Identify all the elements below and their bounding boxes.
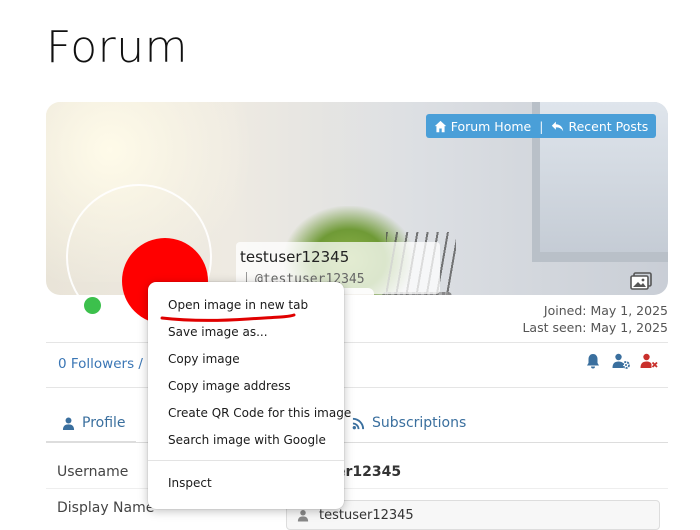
user-block-icon[interactable] xyxy=(640,352,658,370)
divider xyxy=(46,488,668,489)
online-status-dot xyxy=(84,297,101,314)
user-display-name: testuser12345 xyxy=(240,248,350,266)
tab-profile[interactable]: Profile xyxy=(62,415,126,431)
home-icon xyxy=(434,120,446,132)
divider xyxy=(46,342,668,343)
change-banner-image-icon[interactable] xyxy=(630,272,652,290)
tab-subscriptions[interactable]: Subscriptions xyxy=(352,415,466,431)
menu-copy-image[interactable]: Copy image xyxy=(168,352,240,366)
menu-open-image-new-tab[interactable]: Open image in new tab xyxy=(168,298,308,312)
display-name-label-text: Display Name xyxy=(57,500,155,516)
tab-active-underline xyxy=(46,441,136,443)
menu-search-image-google[interactable]: Search image with Google xyxy=(168,433,326,447)
menu-separator xyxy=(148,460,344,461)
user-dates: Joined: May 1, 2025 Last seen: May 1, 20… xyxy=(522,302,668,336)
page-title: Forum xyxy=(46,22,188,73)
tabs-divider xyxy=(46,442,668,443)
red-underline-annotation xyxy=(160,313,296,322)
last-seen-date: Last seen: May 1, 2025 xyxy=(522,320,668,335)
reply-icon xyxy=(552,121,564,131)
divider xyxy=(46,387,668,388)
nav-separator: | xyxy=(539,118,544,134)
profile-actions xyxy=(584,352,658,370)
recent-posts-label: Recent Posts xyxy=(568,118,649,134)
username-value: er12345 xyxy=(336,464,402,480)
menu-create-qr-code[interactable]: Create QR Code for this image xyxy=(168,406,351,420)
user-settings-icon[interactable] xyxy=(612,352,630,370)
tab-profile-label: Profile xyxy=(82,415,126,431)
forum-home-label: Forum Home xyxy=(450,118,532,134)
tab-subscriptions-label: Subscriptions xyxy=(372,415,467,431)
joined-date: Joined: May 1, 2025 xyxy=(543,303,668,318)
recent-posts-link[interactable]: Recent Posts xyxy=(551,119,648,134)
user-icon xyxy=(62,417,75,430)
display-name-value: testuser12345 xyxy=(319,508,414,523)
bell-icon[interactable] xyxy=(584,352,602,370)
menu-save-image-as[interactable]: Save image as... xyxy=(168,325,268,339)
menu-inspect[interactable]: Inspect xyxy=(168,476,212,490)
rss-icon xyxy=(352,417,365,429)
forum-nav-pill: Forum Home | Recent Posts xyxy=(426,114,656,138)
forum-home-link[interactable]: Forum Home xyxy=(434,118,532,134)
menu-copy-image-address[interactable]: Copy image address xyxy=(168,379,291,393)
username-label: Username xyxy=(57,464,129,480)
user-icon xyxy=(297,510,309,522)
